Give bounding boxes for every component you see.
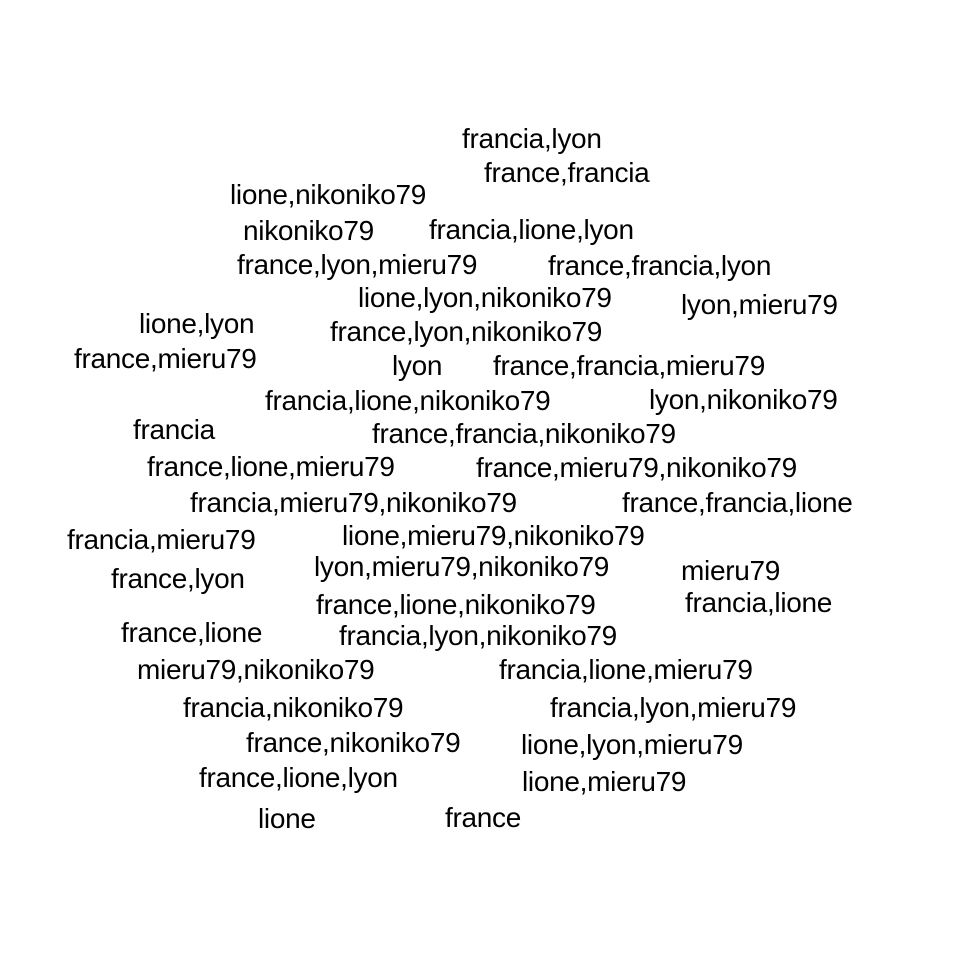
word: francia,lione: [685, 587, 833, 618]
word: france,francia,lione: [622, 487, 853, 518]
word: lione,mieru79: [522, 766, 687, 797]
word: francia: [133, 414, 215, 445]
word: lione,lyon: [139, 308, 255, 339]
word: lione,mieru79,nikoniko79: [342, 520, 645, 551]
word: francia,nikoniko79: [183, 692, 404, 723]
word: france,lyon,mieru79: [237, 249, 478, 280]
word: francia,mieru79,nikoniko79: [190, 487, 517, 518]
word: francia,lyon,nikoniko79: [339, 620, 617, 651]
word: lyon,nikoniko79: [649, 384, 838, 415]
word: france,lione: [121, 617, 263, 648]
word: france,francia,nikoniko79: [372, 418, 676, 449]
word: lione,nikoniko79: [230, 179, 427, 210]
word: lione: [258, 803, 316, 834]
word: france,lyon: [111, 563, 245, 594]
word: nikoniko79: [243, 215, 374, 246]
word: france: [445, 802, 522, 833]
word: lyon: [392, 350, 443, 381]
word: mieru79: [681, 555, 781, 586]
word: lione,lyon,nikoniko79: [358, 282, 612, 313]
word: lyon,mieru79,nikoniko79: [314, 551, 610, 582]
word: france,lione,nikoniko79: [316, 589, 596, 620]
word: lyon,mieru79: [681, 289, 838, 320]
word: france,lione,mieru79: [147, 451, 395, 482]
word: francia,lione,mieru79: [499, 654, 753, 685]
word: france,francia,lyon: [548, 250, 772, 281]
word: france,mieru79: [74, 343, 257, 374]
word: francia,lione,lyon: [429, 214, 634, 245]
word: francia,lyon,mieru79: [550, 692, 797, 723]
word: francia,lyon: [462, 123, 602, 154]
word-cloud: francia,lyon france,francia lione,nikoni…: [0, 0, 960, 960]
word: france,lione,lyon: [199, 762, 398, 793]
word: france,nikoniko79: [246, 727, 461, 758]
word: francia,lione,nikoniko79: [265, 385, 551, 416]
word: lione,lyon,mieru79: [521, 729, 743, 760]
word: france,mieru79,nikoniko79: [476, 452, 797, 483]
word: france,lyon,nikoniko79: [330, 316, 603, 347]
word: france,francia,mieru79: [493, 350, 765, 381]
word: france,francia: [484, 157, 650, 188]
word: mieru79,nikoniko79: [137, 654, 375, 685]
word: francia,mieru79: [67, 524, 256, 555]
